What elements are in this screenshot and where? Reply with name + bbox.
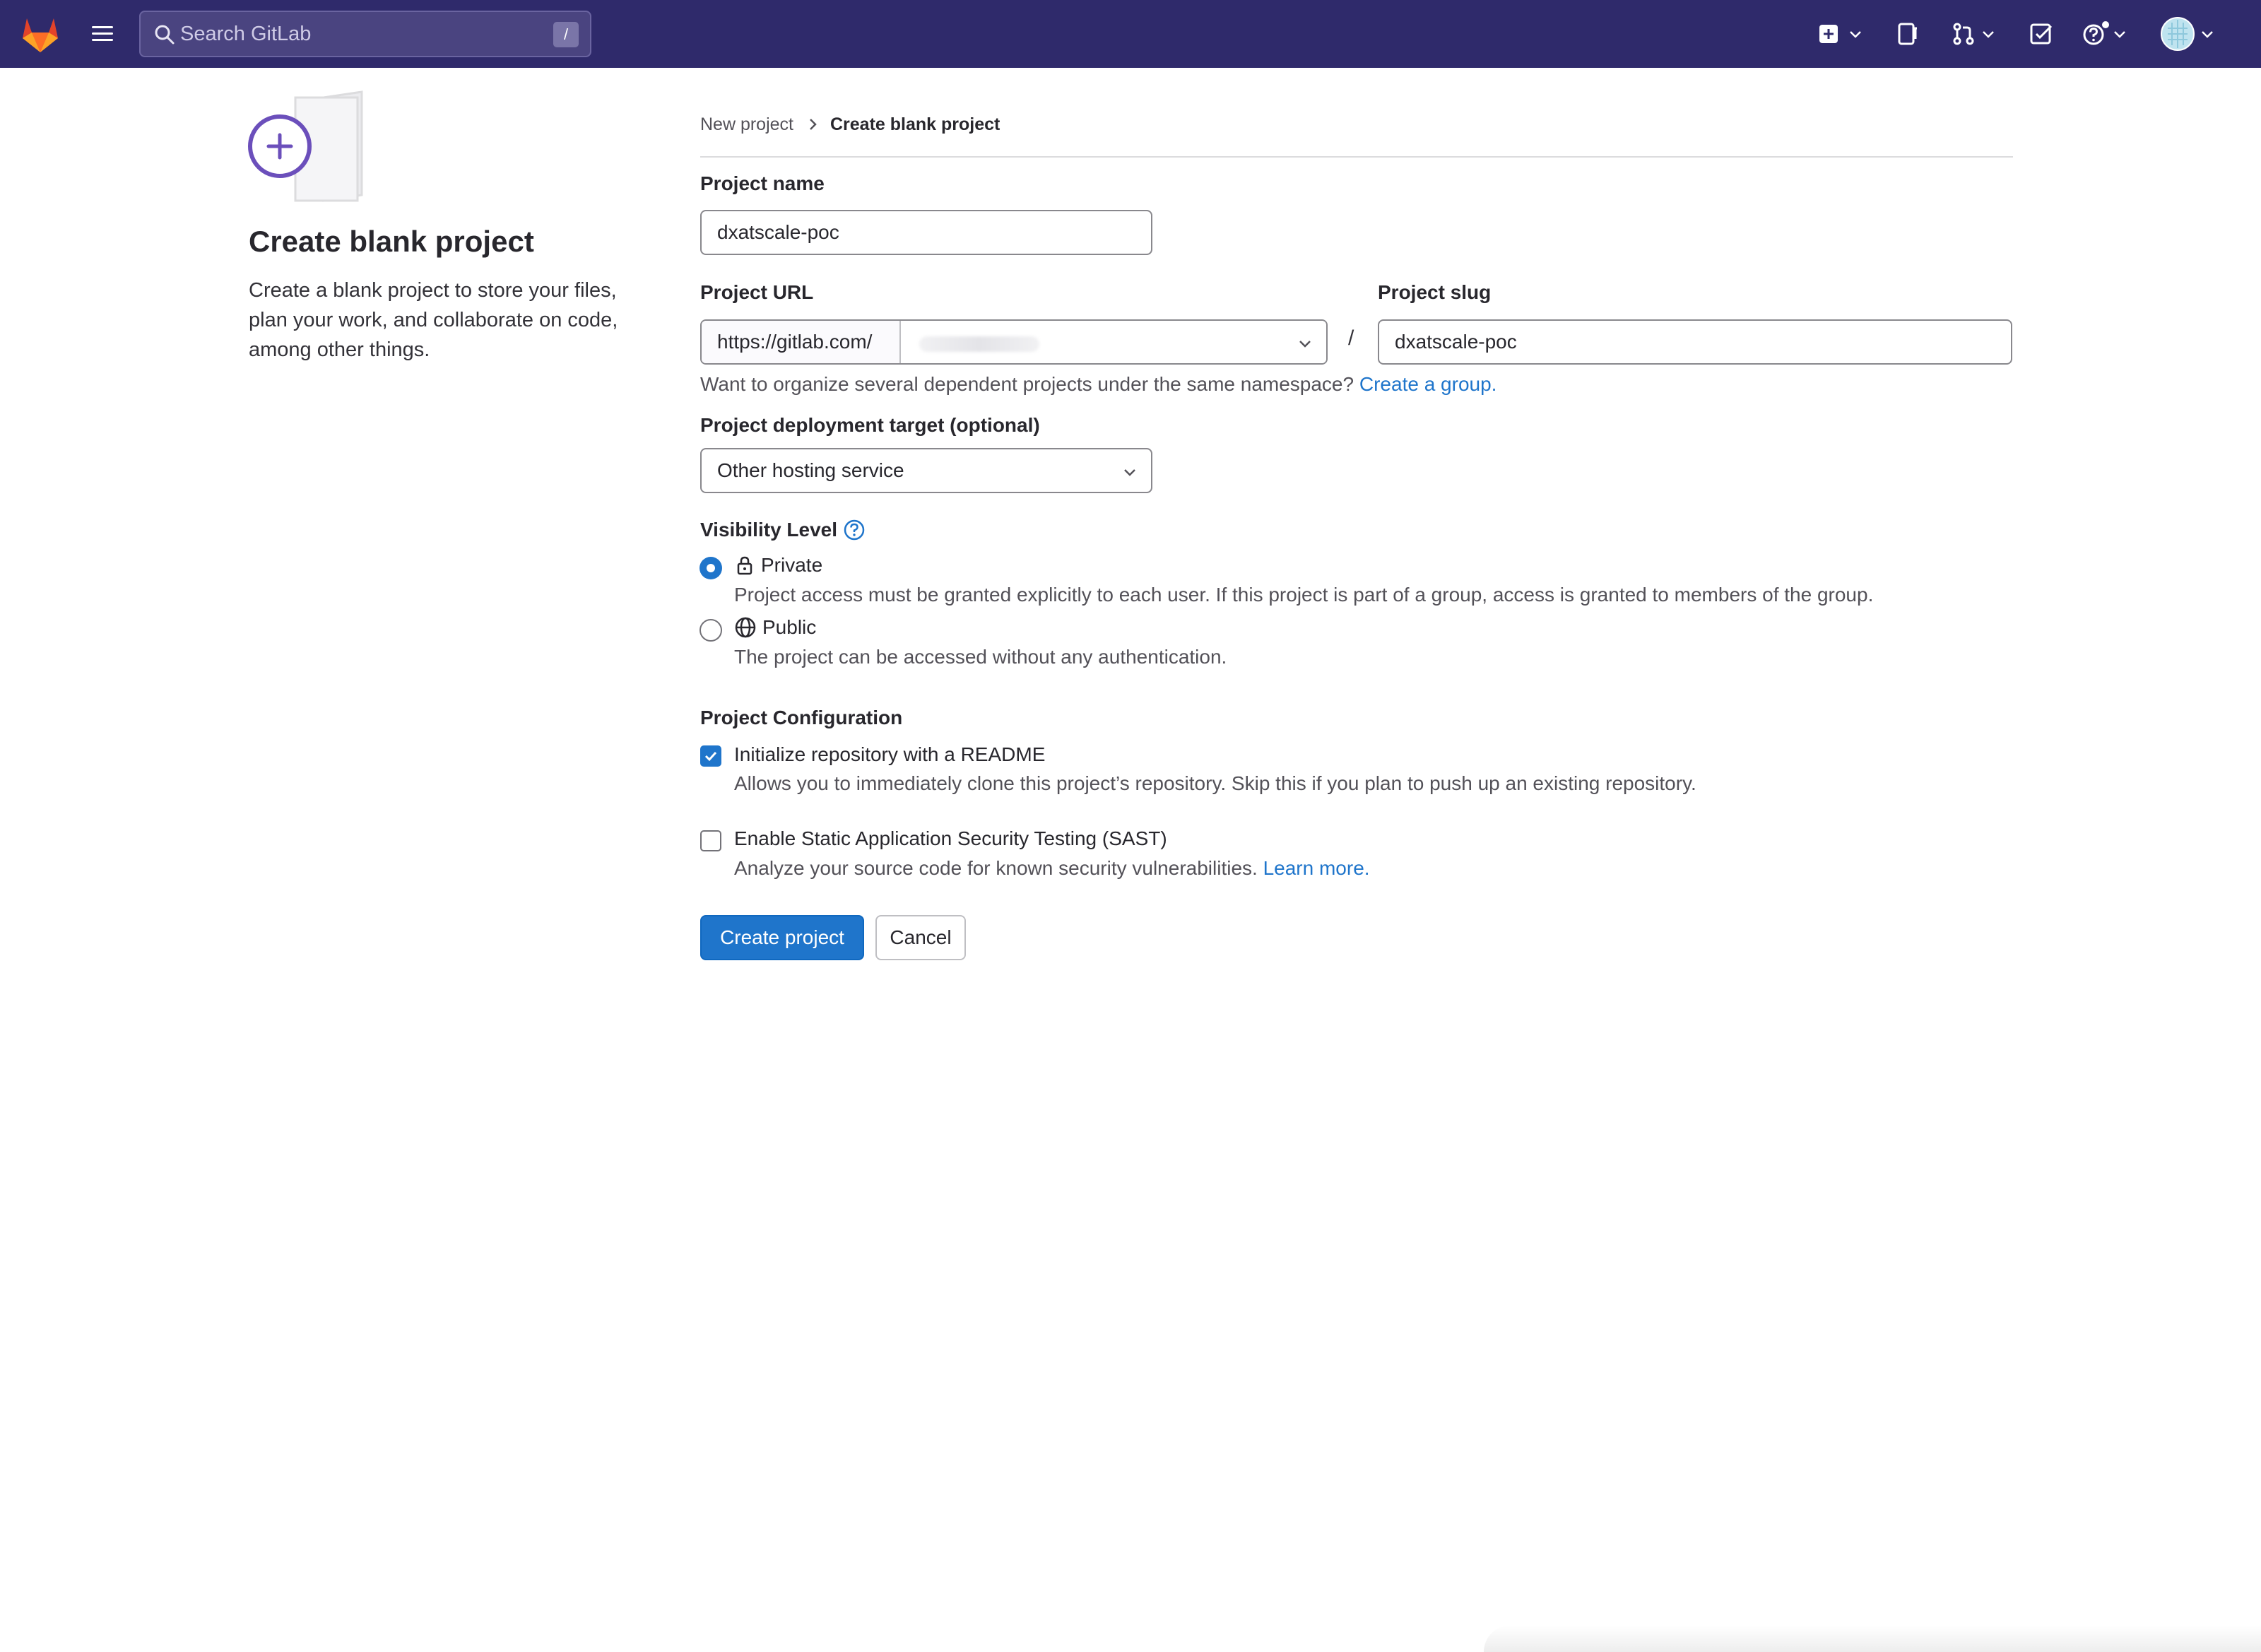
visibility-private-option[interactable]: Private <box>734 554 822 577</box>
checkmark-icon <box>704 751 717 762</box>
sast-option-description: Analyze your source code for known secur… <box>734 857 1370 880</box>
search-input[interactable] <box>180 18 533 50</box>
user-avatar-dropdown[interactable] <box>2161 17 2216 51</box>
visibility-public-option[interactable]: Public <box>734 616 816 639</box>
visibility-level-heading: Visibility Level <box>700 519 866 541</box>
visibility-public-radio[interactable] <box>699 619 722 642</box>
chevron-right-icon <box>808 117 819 131</box>
readme-option-description: Allows you to immediately clone this pro… <box>734 772 1696 794</box>
search-shortcut-badge: / <box>553 22 579 47</box>
page-description: Create a blank project to store your fil… <box>249 279 618 361</box>
gitlab-logo-icon[interactable] <box>20 14 61 54</box>
readme-checkbox[interactable] <box>700 745 721 767</box>
visibility-level-label: Visibility Level <box>700 519 838 541</box>
create-project-button[interactable]: Create project <box>700 915 864 960</box>
search-icon <box>153 23 176 46</box>
blank-project-illustration-icon <box>247 90 365 203</box>
help-dropdown[interactable] <box>2082 20 2128 48</box>
breadcrumb: New project Create blank project <box>700 112 1000 137</box>
project-configuration-heading: Project Configuration <box>700 707 903 728</box>
cancel-button[interactable]: Cancel <box>875 915 966 960</box>
window-corner-shadow <box>1484 1625 2261 1652</box>
deployment-target-select[interactable]: Other hosting service <box>700 448 1152 493</box>
help-question-icon[interactable] <box>843 519 866 541</box>
breadcrumb-current: Create blank project <box>830 114 1000 134</box>
namespace-select[interactable] <box>901 321 1326 363</box>
globe-icon <box>735 617 756 638</box>
readme-option-label[interactable]: Initialize repository with a README <box>734 743 1045 766</box>
lock-icon <box>737 556 752 575</box>
visibility-public-description: The project can be accessed without any … <box>734 646 1227 668</box>
sast-option-label[interactable]: Enable Static Application Security Testi… <box>734 827 1167 850</box>
merge-request-icon <box>1953 23 1974 45</box>
project-name-input[interactable] <box>700 210 1152 255</box>
page-title: Create blank project <box>249 225 534 258</box>
sast-description-text: Analyze your source code for known secur… <box>734 857 1258 879</box>
create-new-dropdown[interactable] <box>1817 20 1864 48</box>
project-name-label: Project name <box>700 172 825 194</box>
chevron-down-icon <box>1850 31 1861 38</box>
header-divider <box>700 156 2013 158</box>
visibility-private-radio[interactable] <box>699 557 722 579</box>
todo-checkbox-icon[interactable] <box>2029 20 2053 48</box>
global-search-box[interactable]: / <box>139 11 591 57</box>
visibility-public-label: Public <box>762 616 817 638</box>
chevron-down-icon <box>1124 469 1135 476</box>
merge-requests-dropdown[interactable] <box>1952 20 1997 48</box>
top-navigation-bar: / <box>0 0 2261 68</box>
visibility-private-description: Project access must be granted explicitl… <box>734 584 1874 606</box>
chevron-down-icon <box>2114 31 2125 38</box>
project-url-group: https://gitlab.com/ <box>700 319 1328 365</box>
sast-learn-more-link[interactable]: Learn more. <box>1263 857 1370 879</box>
create-group-link[interactable]: Create a group. <box>1359 373 1497 395</box>
url-separator: / <box>1348 326 1354 350</box>
project-url-label: Project URL <box>700 281 814 303</box>
breadcrumb-new-project[interactable]: New project <box>700 114 793 135</box>
visibility-private-label: Private <box>761 554 823 576</box>
project-slug-label: Project slug <box>1378 281 1492 303</box>
project-slug-input[interactable] <box>1378 319 2012 365</box>
help-question-icon <box>2083 21 2109 45</box>
project-url-prefix: https://gitlab.com/ <box>702 321 901 363</box>
chevron-down-icon <box>1299 341 1311 348</box>
plus-square-icon <box>1819 25 1838 43</box>
namespace-hint-text: Want to organize several dependent proje… <box>700 373 1354 395</box>
chevron-down-icon <box>2202 31 2213 38</box>
deployment-target-value: Other hosting service <box>717 459 904 481</box>
namespace-hint: Want to organize several dependent proje… <box>700 373 1496 396</box>
sast-checkbox[interactable] <box>700 830 721 851</box>
issues-icon[interactable] <box>1896 20 1919 48</box>
chevron-down-icon <box>1983 31 1994 38</box>
avatar <box>2161 17 2195 51</box>
deployment-target-label: Project deployment target (optional) <box>700 414 1040 436</box>
hamburger-menu-icon[interactable] <box>88 20 117 48</box>
namespace-redacted-value <box>919 336 1039 352</box>
